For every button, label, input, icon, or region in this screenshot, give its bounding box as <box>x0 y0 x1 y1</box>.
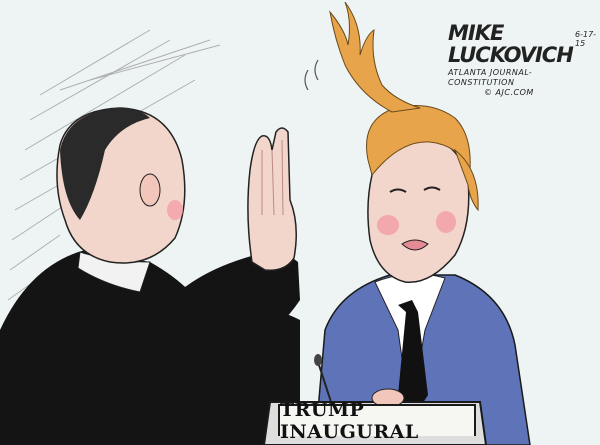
newspaper-name: ATLANTA JOURNAL-CONSTITUTION <box>448 68 533 87</box>
signature-date: 6-17-15 <box>575 30 597 48</box>
podium-sign-text: TRUMP INAUGURAL <box>280 399 419 443</box>
website-credit: © AJC.COM <box>484 88 534 97</box>
judge-figure <box>0 107 300 445</box>
editorial-cartoon: MIKE LUCKOVICH 6-17-15 ATLANTA JOURNAL-C… <box>0 0 600 445</box>
cartoonist-signature: MIKE LUCKOVICH 6-17-15 ATLANTA JOURNAL-C… <box>448 22 598 98</box>
podium-sign: TRUMP INAUGURAL <box>278 399 476 443</box>
